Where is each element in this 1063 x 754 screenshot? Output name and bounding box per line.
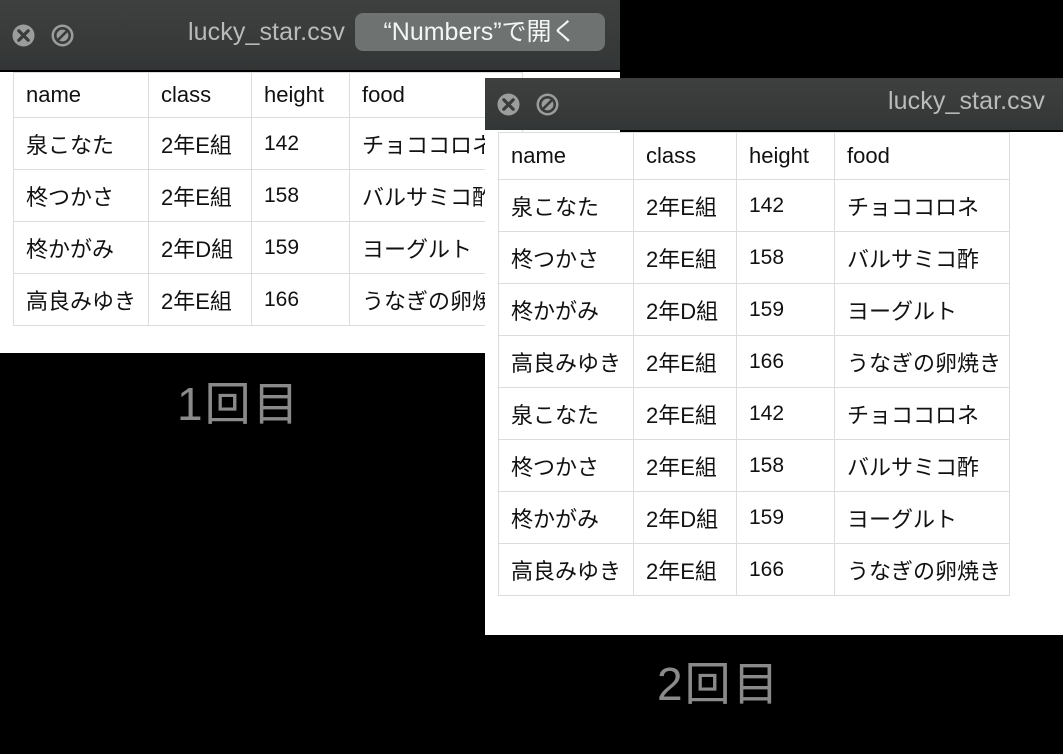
cell-height: 166 <box>251 273 350 326</box>
window-title: lucky_star.csv <box>188 18 346 46</box>
open-in-numbers-button[interactable]: “Numbers”で開く <box>355 13 605 51</box>
column-header-name: name <box>13 72 149 118</box>
column-header-height: height <box>251 72 350 118</box>
table-row: 柊かがみ 2年D組 159 ヨーグルト <box>498 491 1010 544</box>
table-row: 柊つかさ 2年E組 158 バルサミコ酢 <box>498 231 1010 284</box>
cell-name: 高良みゆき <box>498 543 634 596</box>
table-row: 泉こなた 2年E組 142 チョココロネ <box>498 387 1010 440</box>
cell-height: 142 <box>251 117 350 170</box>
table-row: 泉こなた 2年E組 142 チョココロネ <box>498 179 1010 232</box>
cell-food: ヨーグルト <box>834 491 1010 544</box>
cell-height: 158 <box>251 169 350 222</box>
table-row: 高良みゆき 2年E組 166 うなぎの卵焼き <box>13 273 523 326</box>
cell-name: 高良みゆき <box>13 273 149 326</box>
column-header-height: height <box>736 132 835 180</box>
cell-food: うなぎの卵焼き <box>834 335 1010 388</box>
cell-name: 柊つかさ <box>498 231 634 284</box>
csv-table-first: name class height food 泉こなた 2年E組 142 チョコ… <box>13 72 523 326</box>
cell-height: 159 <box>736 491 835 544</box>
table-row: 高良みゆき 2年E組 166 うなぎの卵焼き <box>498 335 1010 388</box>
cell-height: 158 <box>736 439 835 492</box>
table-row: 柊つかさ 2年E組 158 バルサミコ酢 <box>13 169 523 222</box>
cell-name: 泉こなた <box>13 117 149 170</box>
table-row: 柊かがみ 2年D組 159 ヨーグルト <box>13 221 523 274</box>
cell-height: 158 <box>736 231 835 284</box>
column-header-class: class <box>148 72 252 118</box>
window-titlebar[interactable]: lucky_star.csv “Numbers”で開く <box>0 0 620 70</box>
cell-food: バルサミコ酢 <box>834 231 1010 284</box>
quicklook-window-second[interactable]: lucky_star.csv name class height food 泉こ… <box>485 78 1063 635</box>
cell-name: 柊かがみ <box>498 491 634 544</box>
column-header-name: name <box>498 132 634 180</box>
csv-table-second: name class height food 泉こなた 2年E組 142 チョコ… <box>498 132 1010 596</box>
cell-name: 柊かがみ <box>13 221 149 274</box>
cell-class: 2年D組 <box>633 491 737 544</box>
cell-class: 2年E組 <box>633 335 737 388</box>
window-control-buttons[interactable] <box>496 92 560 117</box>
cell-food: チョココロネ <box>834 179 1010 232</box>
table-row: 泉こなた 2年E組 142 チョココロネ <box>13 117 523 170</box>
column-header-food: food <box>834 132 1010 180</box>
cell-food: うなぎの卵焼き <box>834 543 1010 596</box>
cell-food: バルサミコ酢 <box>834 439 1010 492</box>
column-header-class: class <box>633 132 737 180</box>
cell-class: 2年E組 <box>633 387 737 440</box>
table-row: 柊かがみ 2年D組 159 ヨーグルト <box>498 283 1010 336</box>
cell-class: 2年E組 <box>148 273 252 326</box>
cell-class: 2年D組 <box>633 283 737 336</box>
table-row: 高良みゆき 2年E組 166 うなぎの卵焼き <box>498 543 1010 596</box>
window-titlebar[interactable]: lucky_star.csv <box>485 78 1063 130</box>
cell-name: 柊かがみ <box>498 283 634 336</box>
cell-height: 166 <box>736 335 835 388</box>
no-entry-circle-icon[interactable] <box>535 92 560 117</box>
cell-name: 柊つかさ <box>498 439 634 492</box>
no-entry-circle-icon[interactable] <box>50 23 75 48</box>
cell-height: 142 <box>736 387 835 440</box>
cell-class: 2年D組 <box>148 221 252 274</box>
window-title: lucky_star.csv <box>887 87 1045 115</box>
cell-class: 2年E組 <box>633 543 737 596</box>
table-header-row: name class height food <box>498 132 1010 180</box>
table-header-row: name class height food <box>13 72 523 118</box>
cell-food: チョココロネ <box>834 387 1010 440</box>
cell-name: 高良みゆき <box>498 335 634 388</box>
cell-height: 159 <box>736 283 835 336</box>
window-control-buttons[interactable] <box>11 23 75 48</box>
cell-class: 2年E組 <box>148 117 252 170</box>
cell-height: 159 <box>251 221 350 274</box>
cell-class: 2年E組 <box>633 439 737 492</box>
cell-name: 泉こなた <box>498 179 634 232</box>
cell-class: 2年E組 <box>633 179 737 232</box>
cell-height: 142 <box>736 179 835 232</box>
close-circle-icon[interactable] <box>496 92 521 117</box>
cell-name: 泉こなた <box>498 387 634 440</box>
caption-first-attempt: 1回目 <box>177 378 301 430</box>
caption-second-attempt: 2回目 <box>657 658 781 710</box>
cell-class: 2年E組 <box>633 231 737 284</box>
quicklook-content-second: name class height food 泉こなた 2年E組 142 チョコ… <box>485 132 1063 635</box>
cell-class: 2年E組 <box>148 169 252 222</box>
cell-height: 166 <box>736 543 835 596</box>
table-row: 柊つかさ 2年E組 158 バルサミコ酢 <box>498 439 1010 492</box>
cell-name: 柊つかさ <box>13 169 149 222</box>
cell-food: ヨーグルト <box>834 283 1010 336</box>
close-circle-icon[interactable] <box>11 23 36 48</box>
